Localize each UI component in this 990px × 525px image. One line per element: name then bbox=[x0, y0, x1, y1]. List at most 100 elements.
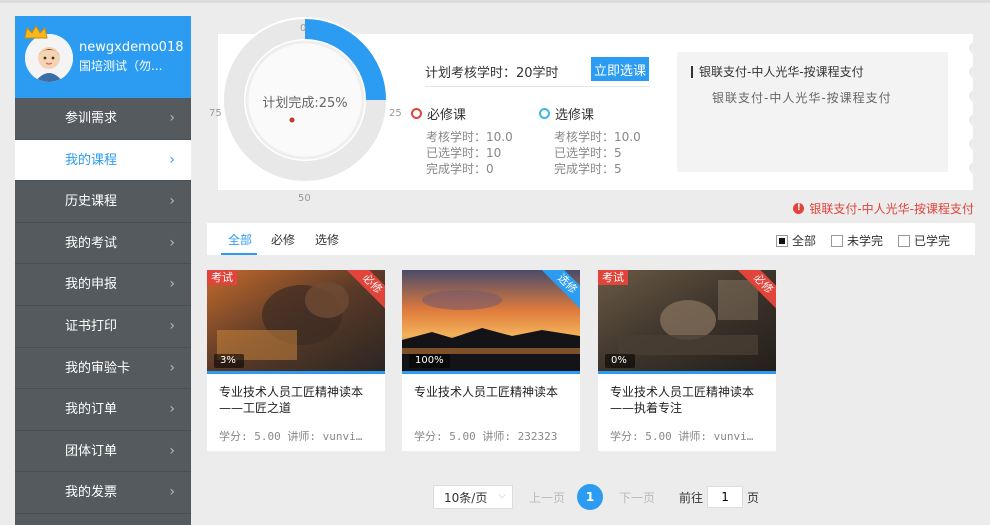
tab-all[interactable]: 全部 bbox=[228, 231, 252, 248]
sidebar-item[interactable]: 历史课程 › bbox=[15, 181, 191, 223]
plan-hours-label: 计划考核学时：20学时 bbox=[425, 66, 559, 81]
filter-all-checkbox[interactable]: 全部 bbox=[776, 232, 816, 249]
sidebar-nav: 参训需求 › 我的课程 › 历史课程 › 我的考试 › 我的申报 › 证书打印 › 我的审验卡 › 我的订单… bbox=[15, 98, 191, 514]
required-selected-hours: 已选学时：10 bbox=[426, 146, 502, 160]
elective-selected-hours: 已选学时：5 bbox=[554, 146, 622, 160]
sidebar-item-label: 团体订单 bbox=[65, 443, 118, 459]
payment-alert: ! 银联支付-中人光华-按课程支付 bbox=[793, 200, 974, 217]
user-org: 国培测试（勿... bbox=[79, 59, 163, 73]
course-meta: 学分: 5.00 讲师: vunvi… bbox=[610, 430, 754, 443]
chevron-right-icon: › bbox=[169, 484, 175, 501]
required-assess-hours: 考核学时：10.0 bbox=[426, 130, 513, 144]
chevron-right-icon: › bbox=[169, 442, 175, 459]
alert-icon: ! bbox=[793, 203, 805, 214]
course-card[interactable]: 选修 100% 专业技术人员工匠精神读本 学分: 5.00 讲师: 232323 bbox=[402, 270, 580, 451]
sidebar: newgxdemo018 国培测试（勿... 参训需求 › 我的课程 › 历史课程 › 我的… bbox=[15, 16, 191, 525]
sidebar-item[interactable]: 我的订单 › bbox=[15, 389, 191, 431]
sidebar-item[interactable]: 团体订单 › bbox=[15, 431, 191, 473]
gauge-tick-bottom: 50 bbox=[298, 193, 311, 204]
goto-suffix: 页 bbox=[747, 490, 760, 505]
progress-badge: 100% bbox=[409, 354, 450, 368]
course-meta: 学分: 5.00 讲师: vunvi… bbox=[219, 430, 363, 443]
elective-title: 选修课 bbox=[555, 108, 595, 123]
prev-page-button[interactable]: 上一页 bbox=[529, 489, 565, 506]
sidebar-item[interactable]: 我的申报 › bbox=[15, 264, 191, 306]
select-course-button[interactable]: 立即选课 bbox=[591, 57, 649, 81]
sidebar-item[interactable]: 我的考试 › bbox=[15, 223, 191, 265]
elective-ring-icon bbox=[539, 108, 550, 119]
goto-prefix: 前往 bbox=[679, 490, 704, 505]
elective-done-hours: 完成学时：5 bbox=[554, 162, 622, 176]
gauge-label: 计划完成:25% bbox=[262, 96, 348, 111]
sidebar-item-label: 我的发票 bbox=[65, 485, 118, 501]
chevron-right-icon: › bbox=[169, 317, 175, 334]
sidebar-item-label: 证书打印 bbox=[65, 318, 118, 334]
checkbox-icon bbox=[831, 234, 843, 247]
payment-subtitle: 银联支付-中人光华-按课程支付 bbox=[712, 91, 892, 105]
next-page-button[interactable]: 下一页 bbox=[619, 489, 655, 506]
checkbox-icon bbox=[898, 234, 910, 247]
sidebar-item[interactable]: 我的发票 › bbox=[15, 472, 191, 514]
gauge-tick-right: 25 bbox=[389, 108, 402, 119]
sidebar-item[interactable]: 参训需求 › bbox=[15, 98, 191, 140]
required-done-hours: 完成学时：0 bbox=[426, 162, 494, 176]
tab-elective[interactable]: 选修 bbox=[315, 231, 339, 248]
chevron-right-icon: › bbox=[169, 401, 175, 418]
gauge-tick-left: 75 bbox=[209, 108, 222, 119]
top-border bbox=[0, 0, 990, 3]
required-ring-icon bbox=[411, 108, 422, 119]
progress-badge: 3% bbox=[214, 354, 244, 368]
user-profile: newgxdemo018 国培测试（勿... bbox=[15, 16, 191, 98]
card-notches bbox=[969, 42, 981, 186]
current-page[interactable]: 1 bbox=[577, 484, 604, 510]
username: newgxdemo018 bbox=[79, 40, 184, 55]
sidebar-item-label: 我的课程 bbox=[65, 152, 118, 168]
gauge-tick-top: 0 bbox=[300, 23, 307, 34]
course-card[interactable]: 考试 必修 3% 专业技术人员工匠精神读本——工匠之道 学分: 5.00 讲师:… bbox=[207, 270, 385, 451]
filter-bar: 全部 必修 选修 全部 未学完 已学完 bbox=[207, 223, 975, 255]
avatar[interactable] bbox=[25, 34, 73, 82]
filter-finished-checkbox[interactable]: 已学完 bbox=[898, 232, 950, 249]
chevron-right-icon: › bbox=[169, 193, 175, 210]
course-title[interactable]: 专业技术人员工匠精神读本 bbox=[402, 374, 580, 424]
course-card[interactable]: 考试 必修 0% 专业技术人员工匠精神读本——执着专注 学分: 5.00 讲师:… bbox=[598, 270, 776, 451]
filter-unfinished-label: 未学完 bbox=[847, 234, 884, 248]
filter-unfinished-checkbox[interactable]: 未学完 bbox=[831, 232, 883, 249]
filter-all-label: 全部 bbox=[792, 234, 817, 248]
course-thumbnail[interactable]: 选修 100% bbox=[402, 270, 580, 371]
exam-badge: 考试 bbox=[207, 270, 237, 285]
sidebar-item[interactable]: 证书打印 › bbox=[15, 306, 191, 348]
elective-assess-hours: 考核学时：10.0 bbox=[554, 130, 641, 144]
sidebar-item[interactable]: 我的课程 › bbox=[15, 139, 191, 182]
page-size-select[interactable]: 10条/页 ⌵ bbox=[433, 485, 513, 509]
goto-page-input[interactable] bbox=[707, 486, 744, 508]
chevron-right-icon: › bbox=[169, 276, 175, 293]
sidebar-item-label: 我的考试 bbox=[65, 235, 118, 251]
chevron-right-icon: › bbox=[169, 151, 175, 168]
chevron-down-icon: ⌵ bbox=[498, 490, 506, 501]
progress-badge: 0% bbox=[605, 354, 635, 368]
crown-icon bbox=[24, 24, 48, 39]
checkbox-checked-icon bbox=[776, 234, 788, 247]
required-course-summary: 必修课 考核学时：10.0 已选学时：10 完成学时：0 bbox=[411, 104, 513, 177]
page-size-value: 10条/页 bbox=[444, 490, 488, 505]
required-title: 必修课 bbox=[427, 108, 467, 123]
sidebar-item[interactable]: 我的审验卡 › bbox=[15, 348, 191, 390]
payment-title: 银联支付-中人光华-按课程支付 bbox=[691, 66, 864, 78]
course-title[interactable]: 专业技术人员工匠精神读本——工匠之道 bbox=[207, 374, 385, 424]
course-title[interactable]: 专业技术人员工匠精神读本——执着专注 bbox=[598, 374, 776, 424]
payment-alert-text: 银联支付-中人光华-按课程支付 bbox=[809, 202, 974, 216]
sidebar-item-label: 我的审验卡 bbox=[65, 360, 131, 376]
chevron-right-icon: › bbox=[169, 359, 175, 376]
payment-info-box: 银联支付-中人光华-按课程支付 银联支付-中人光华-按课程支付 bbox=[677, 52, 948, 172]
chevron-right-icon: › bbox=[169, 234, 175, 251]
sidebar-item-label: 参训需求 bbox=[65, 111, 118, 126]
exam-badge: 考试 bbox=[598, 270, 628, 285]
sidebar-item-label: 我的申报 bbox=[65, 277, 118, 293]
plan-gauge: 计划完成:25% bbox=[222, 17, 388, 186]
course-thumbnail[interactable]: 考试 必修 0% bbox=[598, 270, 776, 371]
tab-required[interactable]: 必修 bbox=[271, 231, 295, 248]
course-meta: 学分: 5.00 讲师: 232323 bbox=[414, 430, 558, 443]
filter-finished-label: 已学完 bbox=[914, 234, 951, 248]
course-thumbnail[interactable]: 考试 必修 3% bbox=[207, 270, 385, 371]
